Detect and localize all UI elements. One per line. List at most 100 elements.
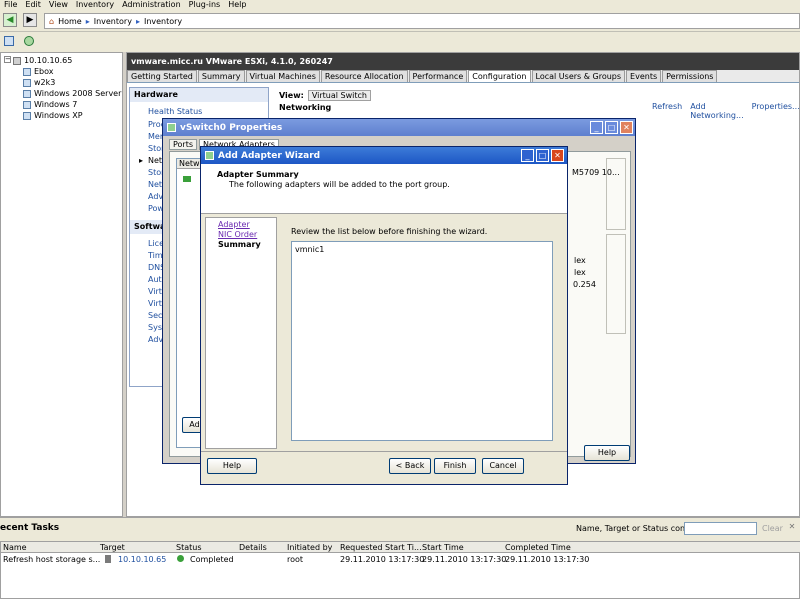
tree-vm-ebox[interactable]: Ebox — [23, 66, 54, 77]
close-icon[interactable]: ✕ — [620, 121, 633, 134]
tab-virtual-machines[interactable]: Virtual Machines — [245, 70, 320, 82]
tab-ports[interactable]: Ports — [169, 139, 198, 150]
filter-input[interactable] — [684, 522, 757, 535]
vm-icon — [23, 78, 31, 87]
breadcrumb-arrow-icon: ▸ — [85, 16, 90, 26]
section-title: Networking — [279, 103, 332, 112]
tab-events[interactable]: Events — [626, 70, 662, 82]
minimize-icon[interactable]: _ — [590, 121, 603, 134]
menu-bar: File Edit View Inventory Administration … — [0, 0, 800, 10]
refresh-icon[interactable] — [24, 36, 34, 46]
vswitch-help-button[interactable]: Help — [584, 445, 630, 461]
col-status[interactable]: Status — [176, 542, 202, 553]
maximize-icon[interactable]: □ — [536, 149, 549, 162]
vm-icon — [23, 111, 31, 120]
view-virtual-switch[interactable]: Virtual Switch — [307, 90, 371, 101]
inventory-tree: − 10.10.10.65 Ebox w2k3 Windows 2008 Ser… — [0, 52, 123, 517]
tab-getting-started[interactable]: Getting Started — [127, 70, 197, 82]
refresh-link[interactable]: Refresh — [652, 102, 682, 120]
col-name[interactable]: Name — [3, 542, 27, 553]
vm-icon — [23, 100, 31, 109]
window-icon — [167, 123, 176, 132]
menu-file[interactable]: File — [0, 0, 21, 10]
forward-icon[interactable]: ▶ — [23, 13, 37, 27]
vswitch-title: vSwitch0 Properties — [180, 122, 283, 133]
close-icon[interactable]: ✕ — [787, 522, 797, 532]
wizard-subheading: The following adapters will be added to … — [229, 180, 450, 189]
col-target[interactable]: Target — [100, 542, 125, 553]
breadcrumb-home[interactable]: Home — [58, 17, 82, 26]
clear-link[interactable]: Clear — [762, 524, 783, 533]
hardware-title: Hardware — [130, 88, 268, 102]
selected-arrow-icon: ▸ — [139, 156, 144, 165]
tab-resource-allocation[interactable]: Resource Allocation — [320, 70, 408, 82]
vswitch-titlebar: vSwitch0 Properties — [163, 119, 635, 136]
tree-vm-w2k3[interactable]: w2k3 — [23, 77, 55, 88]
vm-icon — [23, 67, 31, 76]
task-completed: 29.11.2010 13:17:30 — [505, 555, 590, 564]
server-icon — [105, 555, 111, 563]
vm-icon — [23, 89, 31, 98]
task-status: Completed — [190, 555, 234, 564]
window-icon — [205, 151, 214, 160]
task-target[interactable]: 10.10.10.65 — [118, 554, 166, 565]
col-initiated[interactable]: Initiated by — [287, 542, 332, 553]
tab-configuration[interactable]: Configuration — [468, 70, 531, 82]
adapter-summary-list[interactable]: vmnic1 — [291, 241, 553, 441]
maximize-icon[interactable]: □ — [605, 121, 618, 134]
tree-vm-win7[interactable]: Windows 7 — [23, 99, 77, 110]
table-row[interactable]: Refresh host storage s... 10.10.10.65 Co… — [1, 554, 800, 568]
task-name: Refresh host storage s... — [3, 555, 101, 564]
tree-host[interactable]: 10.10.10.65 — [13, 55, 72, 66]
breadcrumb-inventory-1[interactable]: Inventory — [94, 17, 132, 26]
menu-help[interactable]: Help — [224, 0, 250, 10]
step-nic-order[interactable]: NIC Order — [218, 230, 257, 240]
tab-permissions[interactable]: Permissions — [662, 70, 718, 82]
menu-edit[interactable]: Edit — [21, 0, 45, 10]
finish-button[interactable]: Finish — [434, 458, 476, 474]
tab-local-users[interactable]: Local Users & Groups — [531, 70, 626, 82]
task-requested: 29.11.2010 13:17:30 — [340, 555, 425, 564]
col-start[interactable]: Start Time — [422, 542, 464, 553]
col-requested[interactable]: Requested Start Ti... — [340, 542, 422, 553]
back-icon[interactable]: ◀ — [3, 13, 17, 27]
tab-performance[interactable]: Performance — [408, 70, 468, 82]
add-networking-link[interactable]: Add Networking... — [690, 102, 743, 120]
details-group-2 — [606, 234, 626, 334]
tasks-table: Name Target Status Details Initiated by … — [0, 541, 800, 599]
minimize-icon[interactable]: _ — [521, 149, 534, 162]
tree-vm-label: Windows 2008 Server — [34, 89, 122, 98]
help-button[interactable]: Help — [207, 458, 257, 474]
server-icon — [13, 56, 21, 65]
properties-link[interactable]: Properties... — [752, 102, 800, 120]
col-completed[interactable]: Completed Time — [505, 542, 571, 553]
host-header: vmware.micc.ru VMware ESXi, 4.1.0, 26024… — [127, 53, 799, 70]
hw-health-status[interactable]: Health Status — [148, 107, 208, 117]
tab-summary[interactable]: Summary — [197, 70, 245, 82]
ip-text: 0.254 — [573, 280, 596, 289]
wizard-titlebar: Add Adapter Wizard — [201, 147, 567, 164]
wizard-header: Adapter Summary The following adapters w… — [201, 164, 567, 214]
menu-view[interactable]: View — [45, 0, 72, 10]
cancel-button[interactable]: Cancel — [482, 458, 524, 474]
add-adapter-wizard: Add Adapter Wizard _ □ ✕ Adapter Summary… — [200, 146, 568, 485]
action-toolbar — [0, 32, 800, 52]
task-initiated: root — [287, 555, 304, 564]
menu-administration[interactable]: Administration — [118, 0, 185, 10]
view-label: View: — [279, 91, 304, 100]
tree-vm-winxp[interactable]: Windows XP — [23, 110, 83, 121]
menu-plugins[interactable]: Plug-ins — [185, 0, 225, 10]
home-icon[interactable]: ⌂ — [49, 17, 54, 26]
collapse-icon[interactable]: − — [4, 56, 11, 63]
menu-inventory[interactable]: Inventory — [72, 0, 118, 10]
back-button[interactable]: < Back — [389, 458, 431, 474]
step-adapter[interactable]: Adapter — [218, 220, 250, 230]
new-folder-icon[interactable] — [4, 36, 14, 46]
action-links: Refresh Add Networking... Properties... — [652, 102, 800, 120]
address-bar: ⌂ Home ▸ Inventory ▸ Inventory — [44, 13, 800, 29]
tree-vm-win2008[interactable]: Windows 2008 Server — [23, 88, 121, 99]
breadcrumb-inventory-2[interactable]: Inventory — [144, 17, 182, 26]
close-icon[interactable]: ✕ — [551, 149, 564, 162]
step-summary: Summary — [218, 240, 261, 249]
col-details[interactable]: Details — [239, 542, 267, 553]
